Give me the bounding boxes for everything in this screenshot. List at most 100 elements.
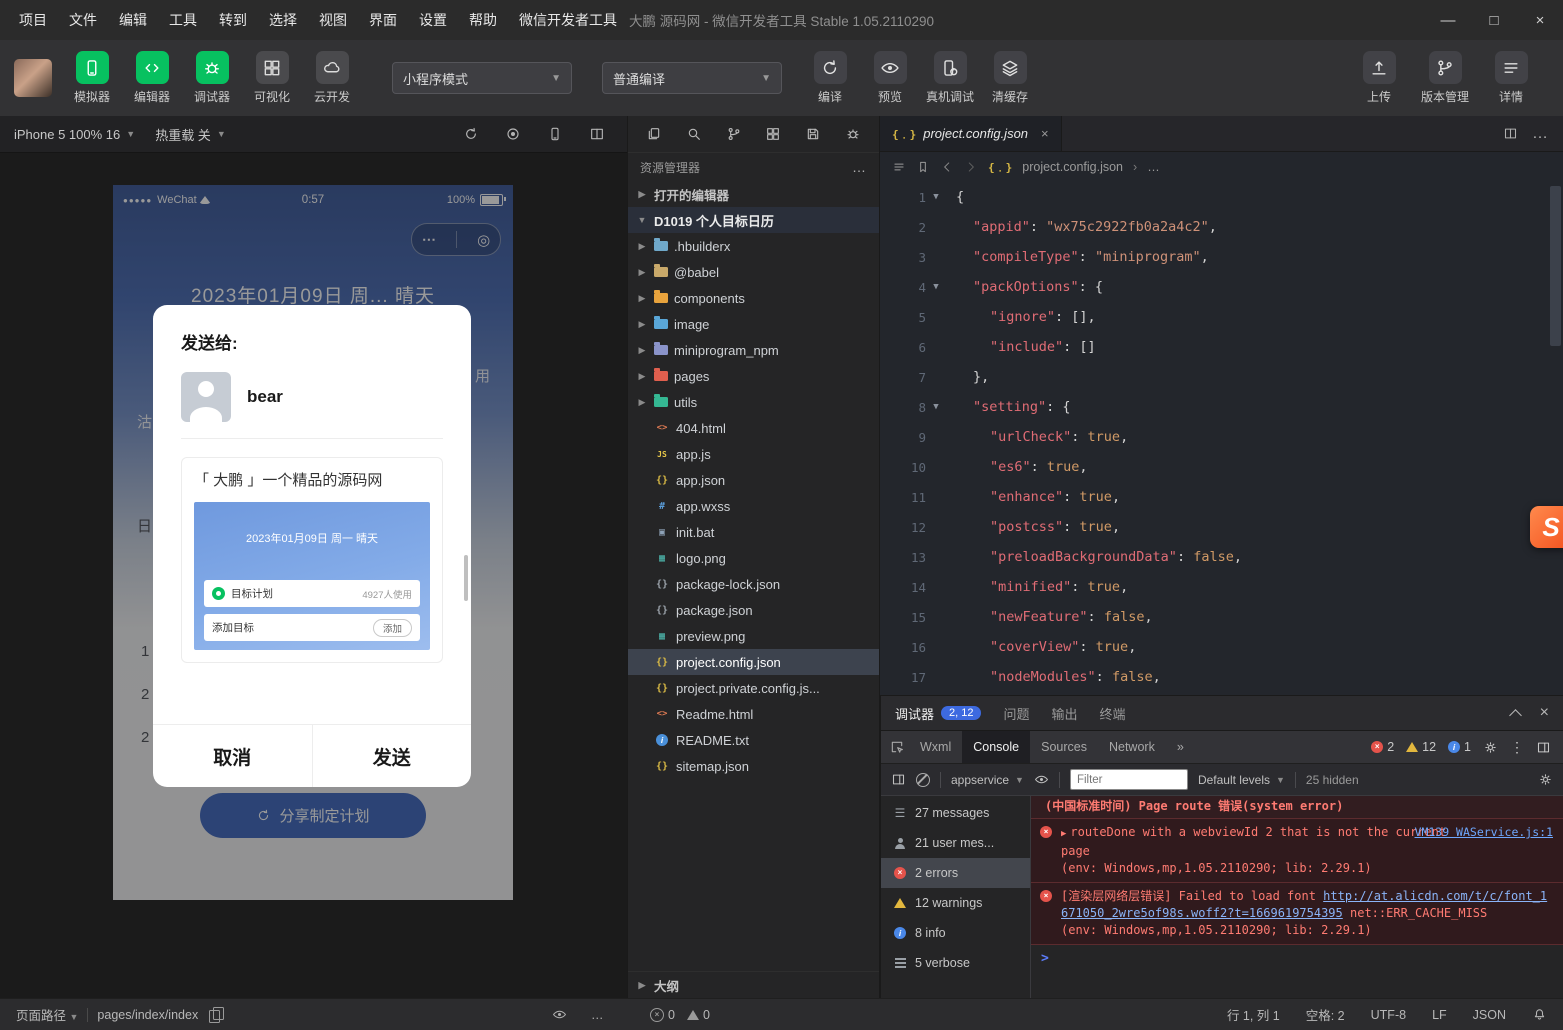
code-editor[interactable]: 1▼{2"appid": "wx75c2922fb0a2a4c2",3"comp… bbox=[880, 182, 1563, 695]
tree-item-project.config.json[interactable]: {}project.config.json bbox=[628, 649, 879, 675]
menu-item-微信开发者工具[interactable]: 微信开发者工具 bbox=[510, 6, 626, 34]
device-icon[interactable] bbox=[547, 126, 563, 142]
log-levels-select[interactable]: Default levels ▼ bbox=[1198, 773, 1285, 787]
compile-mode-select[interactable]: 普通编译 ▼ bbox=[602, 62, 782, 94]
split-editor-icon[interactable] bbox=[1503, 126, 1518, 141]
hot-reload-toggle[interactable]: 热重载 关 ▼ bbox=[155, 125, 226, 144]
tree-item-miniprogram_npm[interactable]: ▶miniprogram_npm bbox=[628, 337, 879, 363]
navigate-forward-icon[interactable] bbox=[964, 160, 978, 174]
bell-icon[interactable] bbox=[1532, 1007, 1547, 1022]
tree-item-components[interactable]: ▶components bbox=[628, 285, 879, 311]
more-icon[interactable]: … bbox=[591, 1008, 605, 1022]
fold-chevron-icon[interactable]: ▼ bbox=[926, 192, 946, 202]
tool-云开发[interactable]: 云开发 bbox=[306, 51, 358, 105]
more-actions-icon[interactable]: … bbox=[852, 159, 867, 175]
info-count[interactable]: i1 bbox=[1448, 740, 1471, 754]
tree-item-Readme.html[interactable]: <>Readme.html bbox=[628, 701, 879, 727]
error-count[interactable]: ×2 bbox=[1371, 740, 1394, 754]
inspect-element-icon[interactable] bbox=[889, 739, 905, 755]
tree-item-utils[interactable]: ▶utils bbox=[628, 389, 879, 415]
console-filter-input[interactable] bbox=[1070, 769, 1188, 790]
tree-item-404.html[interactable]: <>404.html bbox=[628, 415, 879, 441]
close-button[interactable]: × bbox=[1517, 0, 1563, 40]
menu-item-转到[interactable]: 转到 bbox=[210, 6, 256, 34]
current-page-path[interactable]: pages/index/index bbox=[97, 1008, 198, 1022]
debugger-tab-输出[interactable]: 输出 bbox=[1052, 704, 1078, 723]
menu-item-项目[interactable]: 项目 bbox=[10, 6, 56, 34]
send-button[interactable]: 发送 bbox=[313, 725, 472, 787]
warning-count[interactable]: 12 bbox=[1406, 740, 1436, 754]
console-filter-2 errors[interactable]: ×2 errors bbox=[881, 858, 1030, 888]
breadcrumb-file[interactable]: project.config.json bbox=[1022, 160, 1123, 174]
tree-item-preview.png[interactable]: ▦preview.png bbox=[628, 623, 879, 649]
expand-triangle-icon[interactable]: ▶ bbox=[1061, 829, 1066, 839]
kebab-menu-icon[interactable]: ⋮ bbox=[1510, 739, 1524, 756]
console-filter-5 verbose[interactable]: 5 verbose bbox=[881, 948, 1030, 978]
console-settings-icon[interactable] bbox=[1538, 772, 1553, 787]
devtools-settings-icon[interactable] bbox=[1483, 740, 1498, 755]
context-select[interactable]: appservice ▼ bbox=[951, 773, 1024, 787]
console-sidebar-toggle-icon[interactable] bbox=[891, 772, 906, 787]
tree-item-package-lock.json[interactable]: {}package-lock.json bbox=[628, 571, 879, 597]
tree-item-sitemap.json[interactable]: {}sitemap.json bbox=[628, 753, 879, 779]
tree-item-app.js[interactable]: JSapp.js bbox=[628, 441, 879, 467]
menu-item-设置[interactable]: 设置 bbox=[410, 6, 456, 34]
close-icon[interactable]: × bbox=[1041, 126, 1049, 141]
source-control-icon[interactable] bbox=[726, 126, 742, 142]
tree-item-project.private.config.js...[interactable]: {}project.private.config.js... bbox=[628, 675, 879, 701]
problems-summary[interactable]: ×0 0 bbox=[650, 1008, 710, 1022]
tool-编译[interactable]: 编译 bbox=[804, 51, 856, 105]
devtools-tab-Sources[interactable]: Sources bbox=[1030, 731, 1098, 763]
menu-item-编辑[interactable]: 编辑 bbox=[110, 6, 156, 34]
debugger-tab-问题[interactable]: 问题 bbox=[1003, 704, 1029, 723]
clear-console-icon[interactable] bbox=[916, 773, 930, 787]
cancel-button[interactable]: 取消 bbox=[153, 725, 312, 787]
tree-item-package.json[interactable]: {}package.json bbox=[628, 597, 879, 623]
console-filter-21 user mes...[interactable]: 21 user mes... bbox=[881, 828, 1030, 858]
statusbar-行 1, 列 1[interactable]: 行 1, 列 1 bbox=[1227, 1005, 1280, 1024]
tool-真机调试[interactable]: 真机调试 bbox=[924, 51, 976, 105]
collapse-panel-icon[interactable] bbox=[1509, 709, 1522, 722]
contact-row[interactable]: bear bbox=[153, 354, 471, 438]
multi-window-icon[interactable] bbox=[589, 126, 605, 142]
live-expression-eye-icon[interactable] bbox=[1034, 772, 1049, 787]
add-button[interactable]: 添加 bbox=[373, 619, 412, 637]
tree-item-.hbuilderx[interactable]: ▶.hbuilderx bbox=[628, 233, 879, 259]
menu-item-文件[interactable]: 文件 bbox=[60, 6, 106, 34]
tree-item-app.json[interactable]: {}app.json bbox=[628, 467, 879, 493]
tool-版本管理[interactable]: 版本管理 bbox=[1419, 51, 1471, 105]
tree-item-init.bat[interactable]: ▣init.bat bbox=[628, 519, 879, 545]
devtools-tab-Console[interactable]: Console bbox=[962, 731, 1030, 763]
menu-item-工具[interactable]: 工具 bbox=[160, 6, 206, 34]
extensions-icon[interactable] bbox=[765, 126, 781, 142]
avatar[interactable] bbox=[14, 59, 52, 97]
preview-eye-icon[interactable] bbox=[552, 1007, 567, 1022]
files-icon[interactable] bbox=[646, 126, 662, 142]
device-select[interactable]: iPhone 5 100% 16 ▼ bbox=[14, 127, 135, 142]
editor-scrollbar[interactable] bbox=[1550, 186, 1561, 346]
more-actions-icon[interactable]: … bbox=[1532, 125, 1549, 143]
page-path-dropdown[interactable]: 页面路径 ▼ bbox=[16, 1005, 78, 1024]
tool-预览[interactable]: 预览 bbox=[864, 51, 916, 105]
tree-item-image[interactable]: ▶image bbox=[628, 311, 879, 337]
menu-item-视图[interactable]: 视图 bbox=[310, 6, 356, 34]
tree-item-@babel[interactable]: ▶@babel bbox=[628, 259, 879, 285]
outline-section[interactable]: ▶ 大纲 bbox=[628, 971, 879, 998]
tool-详情[interactable]: 详情 bbox=[1485, 51, 1537, 105]
debugger-tab-调试器[interactable]: 调试器2, 12 bbox=[895, 704, 981, 723]
project-root[interactable]: ▼ D1019 个人目标日历 bbox=[628, 207, 879, 233]
tree-item-logo.png[interactable]: ▦logo.png bbox=[628, 545, 879, 571]
menu-item-帮助[interactable]: 帮助 bbox=[460, 6, 506, 34]
menu-item-界面[interactable]: 界面 bbox=[360, 6, 406, 34]
statusbar-JSON[interactable]: JSON bbox=[1473, 1008, 1506, 1022]
open-editors-section[interactable]: ▶ 打开的编辑器 bbox=[628, 181, 879, 207]
dialog-scrollbar[interactable] bbox=[464, 555, 468, 601]
navigate-back-icon[interactable] bbox=[940, 160, 954, 174]
bookmark-icon[interactable] bbox=[916, 160, 930, 174]
devtools-tab-Network[interactable]: Network bbox=[1098, 731, 1166, 763]
dock-side-icon[interactable] bbox=[1536, 740, 1551, 755]
console-filter-27 messages[interactable]: ☰27 messages bbox=[881, 798, 1030, 828]
minimize-button[interactable]: — bbox=[1425, 0, 1471, 40]
tool-上传[interactable]: 上传 bbox=[1353, 51, 1405, 105]
screenshot-icon[interactable] bbox=[505, 126, 521, 142]
